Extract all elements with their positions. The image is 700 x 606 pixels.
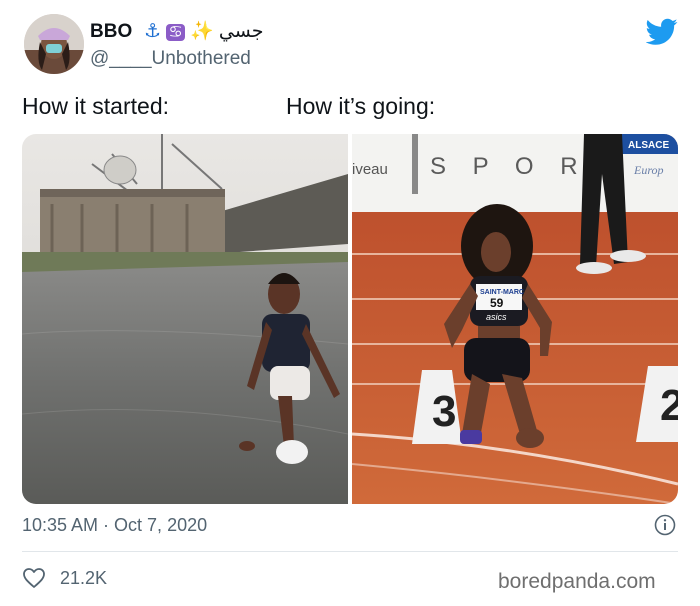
caption-how-its-going: How it’s going: <box>286 93 436 119</box>
tweet-timestamp[interactable]: 10:35 AM · Oct 7, 2020 <box>22 514 207 536</box>
display-name-arabic: جسي <box>218 21 264 42</box>
avatar-image <box>24 14 84 74</box>
info-icon[interactable] <box>654 514 676 536</box>
bib-number-text: 59 <box>490 296 504 310</box>
footer-divider <box>22 551 678 552</box>
anchor-icon: ⚓ <box>144 21 162 42</box>
photo-how-it-started[interactable] <box>22 134 348 504</box>
sparkles-icon: ✨ <box>189 21 214 42</box>
photo-right-scene: ALSACE Europ iveau S P O R 3 2 SAINT-MAR… <box>352 134 678 504</box>
sponsor-text: ALSACE <box>628 140 669 151</box>
source-watermark: boredpanda.com <box>498 570 656 593</box>
caption-how-it-started: How it started: <box>22 93 169 119</box>
name-emojis: ⚓ ♋ ✨ جسي <box>144 20 263 45</box>
twitter-bird-icon[interactable] <box>645 18 678 46</box>
brand-text: asics <box>486 312 507 322</box>
user-handle[interactable]: @____Unbothered <box>90 48 251 70</box>
photo-left-scene <box>22 134 348 504</box>
lane-number-left: 3 <box>432 387 456 436</box>
heart-icon[interactable] <box>22 567 46 589</box>
cancer-sign-icon: ♋ <box>166 24 185 41</box>
banner-fragment-text: iveau <box>352 161 388 178</box>
lane-number-right: 2 <box>660 381 678 430</box>
like-count[interactable]: 21.2K <box>60 567 107 589</box>
sponsor-sub-text: Europ <box>633 163 664 177</box>
banner-letters-text: S P O R <box>430 153 588 180</box>
display-name[interactable]: BBO <box>90 20 132 44</box>
avatar[interactable] <box>24 14 84 74</box>
bib-name-text: SAINT-MARC <box>480 289 524 296</box>
photo-how-its-going[interactable]: ALSACE Europ iveau S P O R 3 2 SAINT-MAR… <box>352 134 678 504</box>
